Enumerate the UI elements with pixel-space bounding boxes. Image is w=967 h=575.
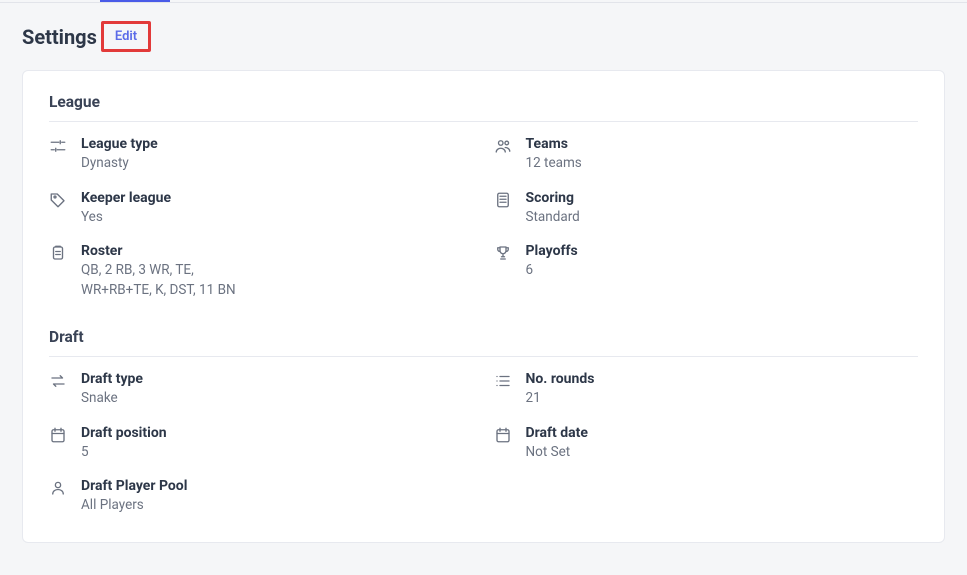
item-label: Teams <box>526 136 582 152</box>
item-playoffs: Playoffs 6 <box>494 243 919 300</box>
trophy-icon <box>494 244 512 262</box>
tag-icon <box>49 191 67 209</box>
item-label: Playoffs <box>526 243 578 259</box>
draft-grid: Draft type Snake No. rounds 21 <box>49 371 918 516</box>
item-draft-type: Draft type Snake <box>49 371 474 409</box>
item-teams: Teams 12 teams <box>494 136 919 174</box>
item-value: 5 <box>81 443 167 463</box>
item-value: 6 <box>526 261 578 281</box>
item-value: 12 teams <box>526 154 582 174</box>
item-label: Keeper league <box>81 190 171 206</box>
item-label: Draft position <box>81 425 167 441</box>
item-label: League type <box>81 136 158 152</box>
settings-page: Settings Edit League League type Dynasty <box>0 3 967 543</box>
item-scoring: Scoring Standard <box>494 190 919 228</box>
section-rule <box>49 121 918 122</box>
calendar-icon <box>494 426 512 444</box>
users-icon <box>494 137 512 155</box>
user-icon <box>49 479 67 497</box>
item-value: Standard <box>526 208 580 228</box>
calculator-icon <box>494 191 512 209</box>
item-draft-position: Draft position 5 <box>49 425 474 463</box>
item-player-pool: Draft Player Pool All Players <box>49 478 474 516</box>
league-grid: League type Dynasty Teams 12 teams <box>49 136 918 300</box>
item-no-rounds: No. rounds 21 <box>494 371 919 409</box>
item-value: 21 <box>526 389 595 409</box>
item-value: All Players <box>81 496 187 516</box>
swap-icon <box>49 372 67 390</box>
section-rule <box>49 356 918 357</box>
item-label: Draft date <box>526 425 588 441</box>
item-value: Snake <box>81 389 143 409</box>
page-title: Settings <box>22 25 97 49</box>
item-value: Dynasty <box>81 154 158 174</box>
item-label: Draft type <box>81 371 143 387</box>
item-value: Yes <box>81 208 171 228</box>
page-header: Settings Edit <box>22 21 945 52</box>
item-draft-date: Draft date Not Set <box>494 425 919 463</box>
item-roster: Roster QB, 2 RB, 3 WR, TE, WR+RB+TE, K, … <box>49 243 474 300</box>
settings-card: League League type Dynasty Teams <box>22 70 945 543</box>
sliders-icon <box>49 137 67 155</box>
calendar-icon <box>49 426 67 444</box>
item-value: QB, 2 RB, 3 WR, TE, WR+RB+TE, K, DST, 11… <box>81 261 236 300</box>
item-league-type: League type Dynasty <box>49 136 474 174</box>
item-keeper: Keeper league Yes <box>49 190 474 228</box>
edit-button[interactable]: Edit <box>105 25 147 48</box>
list-icon <box>494 372 512 390</box>
draft-heading: Draft <box>49 328 918 346</box>
league-heading: League <box>49 93 918 111</box>
item-label: Draft Player Pool <box>81 478 187 494</box>
edit-button-callout: Edit <box>101 21 151 52</box>
item-label: No. rounds <box>526 371 595 387</box>
item-label: Roster <box>81 243 236 259</box>
clipboard-icon <box>49 244 67 262</box>
item-value: Not Set <box>526 443 588 463</box>
item-label: Scoring <box>526 190 580 206</box>
